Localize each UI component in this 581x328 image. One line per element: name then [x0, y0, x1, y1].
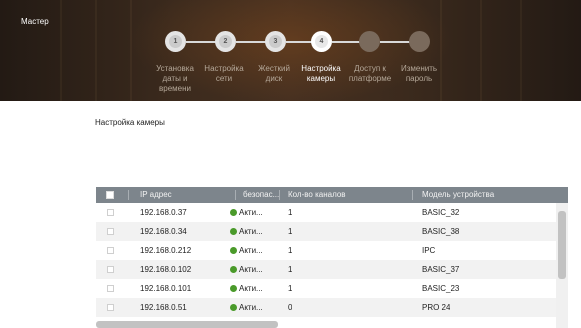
table-row[interactable]: 192.168.0.51 Акти... 0 PRO 24: [96, 298, 556, 317]
section-title: Настройка камеры: [95, 118, 165, 127]
vertical-scrollbar-thumb[interactable]: [558, 211, 566, 279]
step-1-label[interactable]: Установка даты и времени: [150, 64, 200, 94]
step-5-label[interactable]: Доступ к платформе: [345, 64, 395, 84]
step-1-circle[interactable]: 1: [165, 31, 186, 52]
step-3-circle[interactable]: 3: [265, 31, 286, 52]
table-row[interactable]: 192.168.0.102 Акти... 1 BASIC_37: [96, 260, 556, 279]
step-connector: [286, 41, 312, 43]
table-header: IP адрес безопас... Кол-во каналов Модел…: [96, 187, 568, 203]
step-3-label[interactable]: Жесткий диск: [249, 64, 299, 84]
step-connector: [236, 41, 266, 43]
table-row[interactable]: 192.168.0.101 Акти... 1 BASIC_23: [96, 279, 556, 298]
step-6-label[interactable]: Изменить пароль: [394, 64, 444, 84]
step-connector: [380, 41, 410, 43]
table-row[interactable]: 192.168.0.37 Акти... 1 BASIC_32: [96, 203, 556, 222]
step-6-circle[interactable]: [409, 31, 430, 52]
step-4-label[interactable]: Настройка камеры: [296, 64, 346, 84]
status-active-icon: [230, 304, 237, 311]
status-active-icon: [230, 247, 237, 254]
step-5-circle[interactable]: [359, 31, 380, 52]
camera-table: IP адрес безопас... Кол-во каналов Модел…: [96, 187, 568, 328]
column-header-model[interactable]: Модель устройства: [422, 187, 552, 203]
step-connector: [332, 41, 360, 43]
step-4-circle[interactable]: 4: [311, 31, 332, 52]
status-active-icon: [230, 209, 237, 216]
step-2-circle[interactable]: 2: [215, 31, 236, 52]
select-all-checkbox[interactable]: [106, 191, 114, 199]
status-active-icon: [230, 285, 237, 292]
wizard-header: Мастер 1 2 3 4 Установка даты и времени На…: [0, 0, 581, 101]
row-checkbox[interactable]: [107, 247, 114, 254]
column-header-security[interactable]: безопас...: [243, 187, 288, 203]
row-checkbox[interactable]: [107, 285, 114, 292]
column-header-ip[interactable]: IP адрес: [140, 187, 230, 203]
wizard-stepper: 1 2 3 4 Установка даты и времени Настройка…: [0, 0, 581, 101]
row-checkbox[interactable]: [107, 266, 114, 273]
status-active-icon: [230, 266, 237, 273]
row-checkbox[interactable]: [107, 209, 114, 216]
column-header-channels[interactable]: Кол-во каналов: [288, 187, 408, 203]
row-checkbox[interactable]: [107, 228, 114, 235]
row-checkbox[interactable]: [107, 304, 114, 311]
camera-setup-panel: Настройка камеры IP адрес безопас... Кол…: [0, 101, 581, 328]
step-connector: [186, 41, 216, 43]
step-2-label[interactable]: Настройка сети: [199, 64, 249, 84]
table-row[interactable]: 192.168.0.212 Акти... 1 IPC: [96, 241, 556, 260]
table-row[interactable]: 192.168.0.34 Акти... 1 BASIC_38: [96, 222, 556, 241]
horizontal-scrollbar-thumb[interactable]: [96, 321, 278, 328]
status-active-icon: [230, 228, 237, 235]
